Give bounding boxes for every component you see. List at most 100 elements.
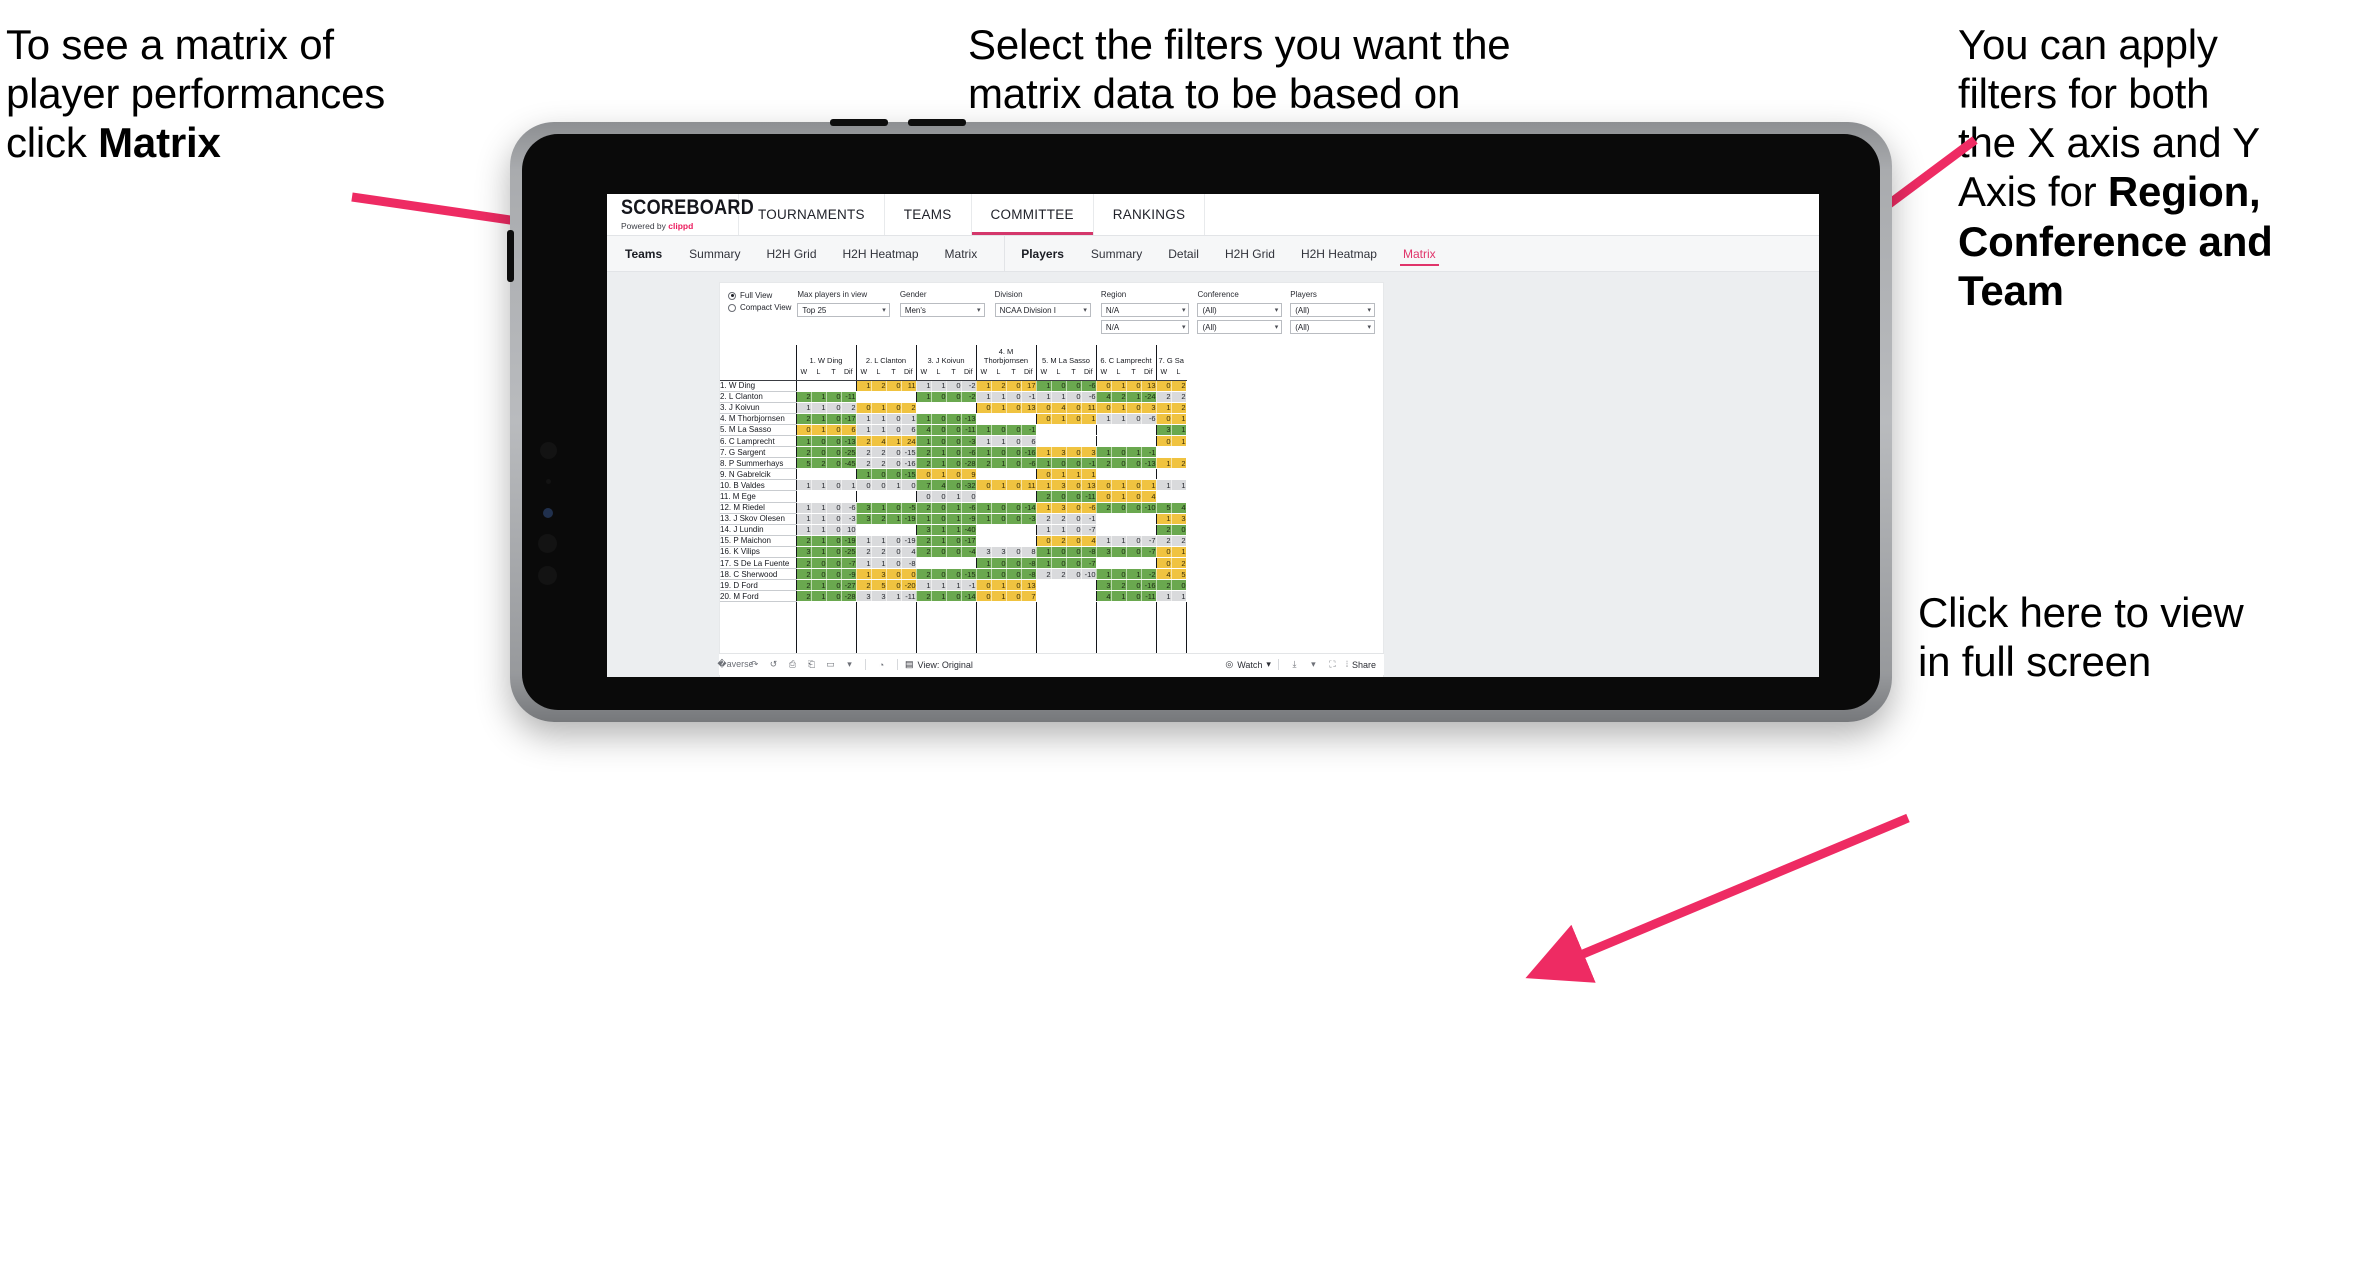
matrix-cell[interactable]: 0	[826, 435, 842, 448]
matrix-cell[interactable]: 0	[1006, 457, 1022, 470]
matrix-cell[interactable]: 2	[855, 435, 872, 448]
matrix-row[interactable]: 13. J Skov Olesen 1 1 0 -3 3 2 1 -19 1 0 1 -9 1 0 0 -3 2 2…	[720, 513, 1187, 525]
matrix-cell[interactable]: -1	[1021, 391, 1037, 403]
caret-down-icon[interactable]: ▾	[841, 657, 858, 673]
matrix-row[interactable]: 6. C Lamprecht 1 0 0 -13 2 4 1 24 1 0 0 -3 1 1 0 6 0 1	[720, 435, 1187, 448]
matrix-cell[interactable]: 0	[1095, 402, 1112, 414]
matrix-row[interactable]: 14. J Lundin 1 1 0 10 3 1 1 -40 1 1 0 -7 2 0	[720, 524, 1187, 536]
matrix-cell[interactable]: 0	[1006, 424, 1022, 436]
matrix-cell[interactable]: 1	[1081, 413, 1097, 425]
matrix-cell[interactable]: 0	[991, 502, 1007, 514]
matrix-cell[interactable]: 0	[1126, 457, 1142, 470]
matrix-cell[interactable]: 1	[1035, 380, 1052, 392]
matrix-cell[interactable]: 2	[915, 502, 932, 514]
matrix-cell[interactable]: 2	[795, 568, 812, 581]
tab-players-matrix[interactable]: Matrix	[1390, 236, 1449, 271]
matrix-cell[interactable]: 0	[1155, 413, 1172, 425]
matrix-cell[interactable]: 0	[1066, 446, 1082, 459]
matrix-row[interactable]: 9. N Gabrelcik 1 0 0 -15 0 1 0 9 0 1 1 1	[720, 468, 1186, 481]
matrix-cell[interactable]: 2	[855, 546, 872, 559]
matrix-cell[interactable]: -6	[1081, 391, 1097, 403]
matrix-cell[interactable]: -7	[1081, 524, 1097, 536]
matrix-cell[interactable]: 1	[855, 380, 872, 392]
matrix-cell[interactable]: 2	[1095, 457, 1112, 470]
matrix-cell[interactable]: 0	[1066, 513, 1082, 525]
matrix-cell[interactable]: -8	[901, 557, 917, 570]
matrix-cell[interactable]: 1	[931, 524, 947, 536]
matrix-cell[interactable]: 1	[991, 457, 1007, 470]
matrix-cell[interactable]: 1	[1141, 479, 1157, 492]
matrix-cell[interactable]: 3	[1095, 546, 1112, 559]
matrix-cell[interactable]: -3	[841, 513, 857, 525]
matrix-cell[interactable]: -14	[1021, 502, 1037, 514]
matrix-cell[interactable]: 0	[931, 490, 947, 503]
matrix-cell[interactable]: 1	[871, 535, 887, 547]
matrix-cell[interactable]: 0	[1111, 457, 1127, 470]
matrix-cell[interactable]: -6	[1081, 502, 1097, 514]
matrix-cell[interactable]: 2	[915, 590, 932, 603]
matrix-cell[interactable]: 0	[826, 502, 842, 514]
matrix-cell[interactable]: 0	[886, 579, 902, 592]
matrix-cell[interactable]: 1	[975, 435, 992, 448]
matrix-cell[interactable]: 0	[886, 413, 902, 425]
refresh-icon[interactable]: ⎗	[803, 657, 820, 673]
matrix-cell[interactable]: 3	[1141, 402, 1157, 414]
matrix-cell[interactable]: -1	[961, 579, 977, 592]
matrix-cell[interactable]: 0	[991, 557, 1007, 570]
matrix-cell[interactable]: 0	[1006, 579, 1022, 592]
matrix-cell[interactable]: 0	[975, 479, 992, 492]
matrix-cell[interactable]: 2	[1051, 535, 1067, 547]
matrix-cell[interactable]: -7	[1141, 535, 1157, 547]
tab-players-h2h-heatmap[interactable]: H2H Heatmap	[1288, 236, 1390, 271]
matrix-cell[interactable]: 0	[1111, 568, 1127, 581]
matrix-cell[interactable]: 1	[975, 513, 992, 525]
matrix-cell[interactable]: 3	[871, 568, 887, 581]
tab-players-h2h-grid[interactable]: H2H Grid	[1212, 236, 1288, 271]
matrix-cell[interactable]: 2	[1095, 502, 1112, 514]
matrix-cell[interactable]: 0	[946, 479, 962, 492]
matrix-cell[interactable]: -4	[961, 546, 977, 559]
matrix-cell[interactable]: 0	[1035, 535, 1052, 547]
matrix-cell[interactable]: 0	[1035, 413, 1052, 425]
matrix-cell[interactable]: 0	[1035, 468, 1052, 481]
matrix-cell[interactable]: 5	[1171, 568, 1187, 581]
matrix-cell[interactable]: 0	[901, 479, 917, 492]
tab-teams-matrix[interactable]: Matrix	[932, 236, 991, 271]
matrix-cell[interactable]: 1	[1111, 490, 1127, 503]
matrix-row[interactable]: 4. M Thorbjornsen 2 1 0 -17 1 1 0 1 1 0 0 -13 0 1 0 1 1 1 0…	[720, 413, 1187, 425]
matrix-cell[interactable]: 0	[886, 457, 902, 470]
filter-region-select-y[interactable]: N/A ▾	[1100, 320, 1190, 334]
matrix-cell[interactable]: 1	[946, 513, 962, 525]
matrix-cell[interactable]: 4	[1171, 502, 1187, 514]
matrix-cell[interactable]: 2	[915, 568, 932, 581]
matrix-cell[interactable]: 0	[991, 424, 1007, 436]
brand-logo[interactable]: SCOREBOARD Powered by clippd	[607, 194, 754, 235]
matrix-cell[interactable]: -13	[841, 435, 857, 448]
matrix-cell[interactable]: 17	[1021, 380, 1037, 392]
matrix-cell[interactable]: 4	[931, 479, 947, 492]
matrix-cell[interactable]: 5	[795, 457, 812, 470]
matrix-cell[interactable]: 13	[1021, 402, 1037, 414]
matrix-cell[interactable]: 1	[915, 380, 932, 392]
matrix-cell[interactable]: -1	[1081, 513, 1097, 525]
tab-teams-h2h-grid[interactable]: H2H Grid	[753, 236, 829, 271]
filter-region-select-x[interactable]: N/A ▾	[1100, 303, 1190, 317]
matrix-cell[interactable]: 0	[1126, 590, 1142, 603]
matrix-cell[interactable]: 0	[991, 568, 1007, 581]
matrix-row[interactable]: 20. M Ford 2 1 0 -28 3 3 1 -11 2 1 0 -14 0 1 0 7 4 1 0 -11 1 1	[720, 590, 1187, 603]
matrix-cell[interactable]: 1	[841, 479, 857, 492]
matrix-cell[interactable]: 13	[1021, 579, 1037, 592]
matrix-cell[interactable]: 0	[1006, 446, 1022, 459]
matrix-cell[interactable]: 1	[1111, 479, 1127, 492]
matrix-cell[interactable]: 0	[1126, 502, 1142, 514]
matrix-row[interactable]: 15. P Maichon 2 1 0 -19 1 1 0 -19 2 1 0 -17 0 2 0 4 1 1 0 -7…	[720, 535, 1187, 547]
matrix-row[interactable]: 8. P Summerhays 5 2 0 -45 2 2 0 -16 2 1 0 -28 2 1 0 -6 1 0…	[720, 457, 1187, 470]
matrix-cell[interactable]: 1	[871, 557, 887, 570]
matrix-cell[interactable]: -11	[961, 424, 977, 436]
matrix-cell[interactable]: 1	[931, 468, 947, 481]
matrix-row[interactable]: 19. D Ford 2 1 0 -27 2 5 0 -20 1 1 1 -1 0 1 0 13 3 2 0 -16 2 0	[720, 579, 1187, 592]
matrix-cell[interactable]: 1	[811, 590, 827, 603]
matrix-cell[interactable]: 0	[975, 579, 992, 592]
matrix-cell[interactable]: -11	[1081, 490, 1097, 503]
matrix-cell[interactable]: 3	[855, 502, 872, 514]
